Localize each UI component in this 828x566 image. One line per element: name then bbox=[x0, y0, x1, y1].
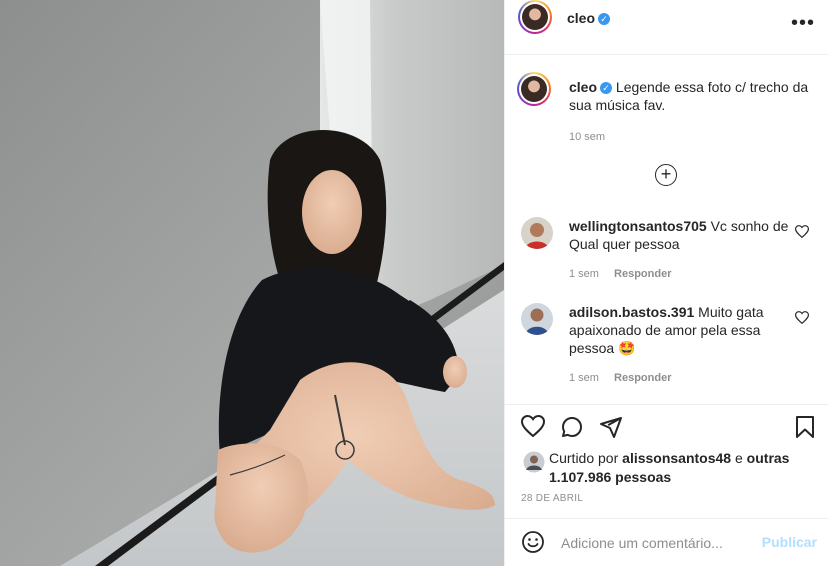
heart-icon[interactable] bbox=[521, 415, 545, 437]
publish-button[interactable]: Publicar bbox=[762, 534, 817, 550]
comment-icon[interactable] bbox=[560, 415, 584, 439]
comment-input[interactable] bbox=[559, 531, 753, 555]
caption-username[interactable]: cleo bbox=[569, 79, 597, 95]
add-comment-bar: Publicar bbox=[505, 518, 828, 566]
liked-by-connector: e bbox=[734, 450, 743, 466]
emoji-icon[interactable] bbox=[521, 530, 545, 554]
comment-time[interactable]: 1 sem bbox=[569, 372, 599, 384]
liked-by-prefix: Curtido por bbox=[549, 450, 619, 466]
load-more-comments-icon[interactable]: + bbox=[655, 164, 677, 186]
emoji-star-struck: 🤩 bbox=[618, 340, 636, 356]
comment-item: wellingtonsantos705 Vc sonho de Qual que… bbox=[521, 217, 817, 287]
reply-button[interactable]: Responder bbox=[614, 372, 671, 384]
caption-time[interactable]: 10 sem bbox=[569, 128, 815, 146]
comment-item: adilson.bastos.391 Muito gata apaixonado… bbox=[521, 303, 817, 393]
post-actions: Curtido por alissonsantos48 e outras 1.1… bbox=[505, 404, 828, 518]
author-username[interactable]: cleo bbox=[567, 10, 595, 26]
comment-username[interactable]: wellingtonsantos705 bbox=[569, 218, 707, 234]
share-icon[interactable] bbox=[599, 415, 623, 439]
verified-icon: ✓ bbox=[600, 82, 613, 94]
comment-username[interactable]: adilson.bastos.391 bbox=[569, 304, 694, 320]
like-comment-icon[interactable] bbox=[795, 225, 809, 238]
post-photo[interactable] bbox=[0, 0, 504, 566]
author-name-row: cleo ✓ bbox=[567, 10, 611, 28]
like-comment-icon[interactable] bbox=[795, 311, 809, 324]
more-options-icon[interactable]: ••• bbox=[791, 12, 815, 35]
comment-meta: 1 sem Responder bbox=[569, 268, 684, 280]
reply-button[interactable]: Responder bbox=[614, 268, 671, 280]
commenter-avatar[interactable] bbox=[521, 217, 553, 249]
caption-avatar[interactable] bbox=[517, 72, 551, 106]
bookmark-icon[interactable] bbox=[795, 415, 815, 439]
liked-by: Curtido por alissonsantos48 e outras 1.1… bbox=[523, 449, 813, 487]
comment-time[interactable]: 1 sem bbox=[569, 268, 599, 280]
liker-avatar[interactable] bbox=[523, 451, 545, 473]
caption-text: cleo ✓ Legende essa foto c/ trecho da sua… bbox=[569, 78, 815, 146]
author-avatar[interactable] bbox=[518, 0, 552, 34]
commenter-avatar[interactable] bbox=[521, 303, 553, 335]
comment-meta: 1 sem Responder bbox=[569, 372, 684, 384]
post-image bbox=[0, 0, 504, 566]
post-header: cleo ✓ ••• bbox=[505, 0, 828, 55]
verified-icon: ✓ bbox=[598, 13, 611, 25]
post-date[interactable]: 28 DE ABRIL bbox=[521, 493, 583, 504]
comment-text: adilson.bastos.391 Muito gata apaixonado… bbox=[569, 303, 795, 357]
post-sidebar: cleo ✓ ••• cleo ✓ Legende essa foto c/ tre… bbox=[504, 0, 828, 566]
comment-text: wellingtonsantos705 Vc sonho de Qual que… bbox=[569, 217, 795, 253]
first-liker[interactable]: alissonsantos48 bbox=[622, 450, 731, 466]
